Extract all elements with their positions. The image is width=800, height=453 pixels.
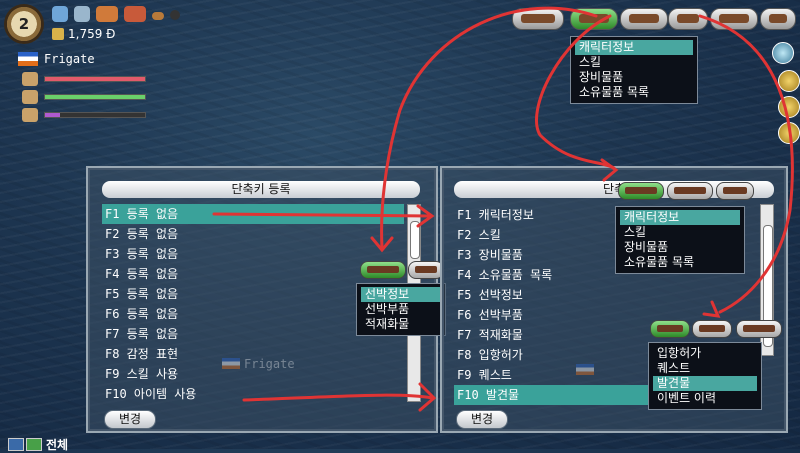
ship-status: Frigate — [18, 52, 95, 66]
flag-icon — [657, 325, 683, 332]
scroll-icon — [699, 325, 725, 332]
menu-item[interactable]: 스킬 — [620, 225, 740, 240]
bread-icon[interactable] — [96, 6, 118, 22]
menu-item[interactable]: 선박부품 — [361, 302, 441, 317]
change-button[interactable]: 변경 — [104, 410, 156, 429]
food-bar-fill — [45, 113, 60, 117]
flag-icon — [415, 266, 437, 273]
shortcut-row[interactable]: F4 등록 없음 — [102, 264, 404, 284]
ship-icon — [22, 72, 38, 86]
character-icon — [625, 187, 657, 194]
shortcut-row[interactable]: F10 아이템 사용 — [102, 384, 404, 404]
ship-icon — [367, 266, 399, 273]
check-icon[interactable] — [26, 438, 42, 451]
durability-bar-fill — [45, 77, 145, 81]
port-info-menu: 입항허가 퀘스트 발견물 이벤트 이력 — [648, 342, 762, 410]
side-button-1[interactable] — [778, 70, 800, 92]
compass-button[interactable] — [772, 42, 794, 64]
menu-item[interactable]: 발견물 — [653, 376, 757, 391]
menu-item[interactable]: 캐릭터정보 — [620, 210, 740, 225]
level-number: 2 — [18, 15, 30, 33]
crew-bar — [44, 94, 146, 100]
ship-icon — [674, 187, 706, 194]
menu-item[interactable]: 캐릭터정보 — [575, 40, 693, 55]
top-character-menu: 캐릭터정보 스킬 장비물품 소유물품 목록 — [570, 36, 698, 104]
character-info-menu: 캐릭터정보 스킬 장비물품 소유물품 목록 — [615, 206, 745, 274]
ship-info-menu: 선박정보 선박부품 적재화물 — [356, 283, 446, 336]
ship-submenu-button[interactable] — [667, 182, 713, 200]
menu-item[interactable]: 입항허가 — [653, 346, 757, 361]
money-amount: 1,759 Đ — [68, 27, 116, 41]
port-submenu-button[interactable] — [716, 182, 754, 200]
ship-submenu-button[interactable] — [360, 261, 406, 279]
ship-icon — [521, 14, 555, 23]
menu-item[interactable]: 소유물품 목록 — [575, 85, 693, 100]
character-submenu-button[interactable] — [618, 182, 664, 200]
durability-bar — [44, 76, 146, 82]
durability-stat — [22, 72, 146, 86]
shortcut-row[interactable]: F1 등록 없음 — [102, 204, 404, 224]
watermark-text: Frigate — [244, 357, 295, 371]
ship-name: Frigate — [44, 52, 95, 66]
bottle-icon[interactable] — [74, 6, 90, 22]
side-button-3[interactable] — [778, 122, 800, 144]
level-badge[interactable]: 2 — [4, 4, 44, 44]
port-menu-button[interactable] — [668, 8, 708, 30]
menu-item[interactable]: 소유물품 목록 — [620, 255, 740, 270]
food-icon — [22, 108, 38, 122]
chat-icon[interactable] — [8, 438, 24, 451]
ship-icon — [629, 14, 659, 23]
port-submenu-button[interactable] — [650, 320, 690, 338]
cannonball-icon[interactable] — [170, 10, 180, 20]
flag-icon — [723, 187, 747, 194]
flag-icon — [677, 14, 699, 23]
map-icon — [769, 14, 787, 23]
food-stat — [22, 108, 146, 122]
meat-icon[interactable] — [124, 6, 146, 22]
menu-item[interactable]: 장비물품 — [620, 240, 740, 255]
character-icon — [579, 14, 609, 23]
shortcut-row[interactable]: F3 등록 없음 — [102, 244, 404, 264]
crew-bar-fill — [45, 95, 145, 99]
menu-item[interactable]: 이벤트 이력 — [653, 391, 757, 406]
menu-item[interactable]: 선박정보 — [361, 287, 441, 302]
potion-icon[interactable] — [52, 6, 68, 22]
watermark-flag — [576, 364, 594, 375]
speech-icon — [719, 14, 749, 23]
coin-icon — [52, 28, 64, 40]
watermark-flag — [222, 358, 240, 369]
chat-menu-button[interactable] — [710, 8, 758, 30]
hud-quick-icons — [52, 6, 180, 22]
map-menu-button[interactable] — [760, 8, 796, 30]
pipe-icon[interactable] — [152, 12, 164, 20]
crew-stat — [22, 90, 146, 104]
shortcut-row[interactable]: F5 선박정보 — [454, 285, 754, 305]
ship-submenu-button[interactable] — [736, 320, 782, 338]
ship-menu-button[interactable] — [512, 8, 564, 30]
side-button-2[interactable] — [778, 96, 800, 118]
fleet-menu-button[interactable] — [620, 8, 668, 30]
chat-filter-label: 전체 — [46, 438, 69, 452]
money-display: 1,759 Đ — [52, 27, 115, 41]
menu-item[interactable]: 장비물품 — [575, 70, 693, 85]
national-flag-icon — [18, 52, 38, 66]
menu-item[interactable]: 스킬 — [575, 55, 693, 70]
scroll-thumb[interactable] — [410, 221, 420, 259]
shortcut-row[interactable]: F2 등록 없음 — [102, 224, 404, 244]
ship-icon — [743, 325, 775, 332]
quest-submenu-button[interactable] — [692, 320, 732, 338]
character-menu-button[interactable] — [570, 8, 618, 30]
sailor-icon — [22, 90, 38, 104]
menu-item[interactable]: 퀘스트 — [653, 361, 757, 376]
menu-item[interactable]: 적재화물 — [361, 317, 441, 332]
food-bar — [44, 112, 146, 118]
panel-title: 단축키 등록 — [102, 181, 420, 198]
port-submenu-button[interactable] — [408, 261, 444, 279]
change-button[interactable]: 변경 — [456, 410, 508, 429]
